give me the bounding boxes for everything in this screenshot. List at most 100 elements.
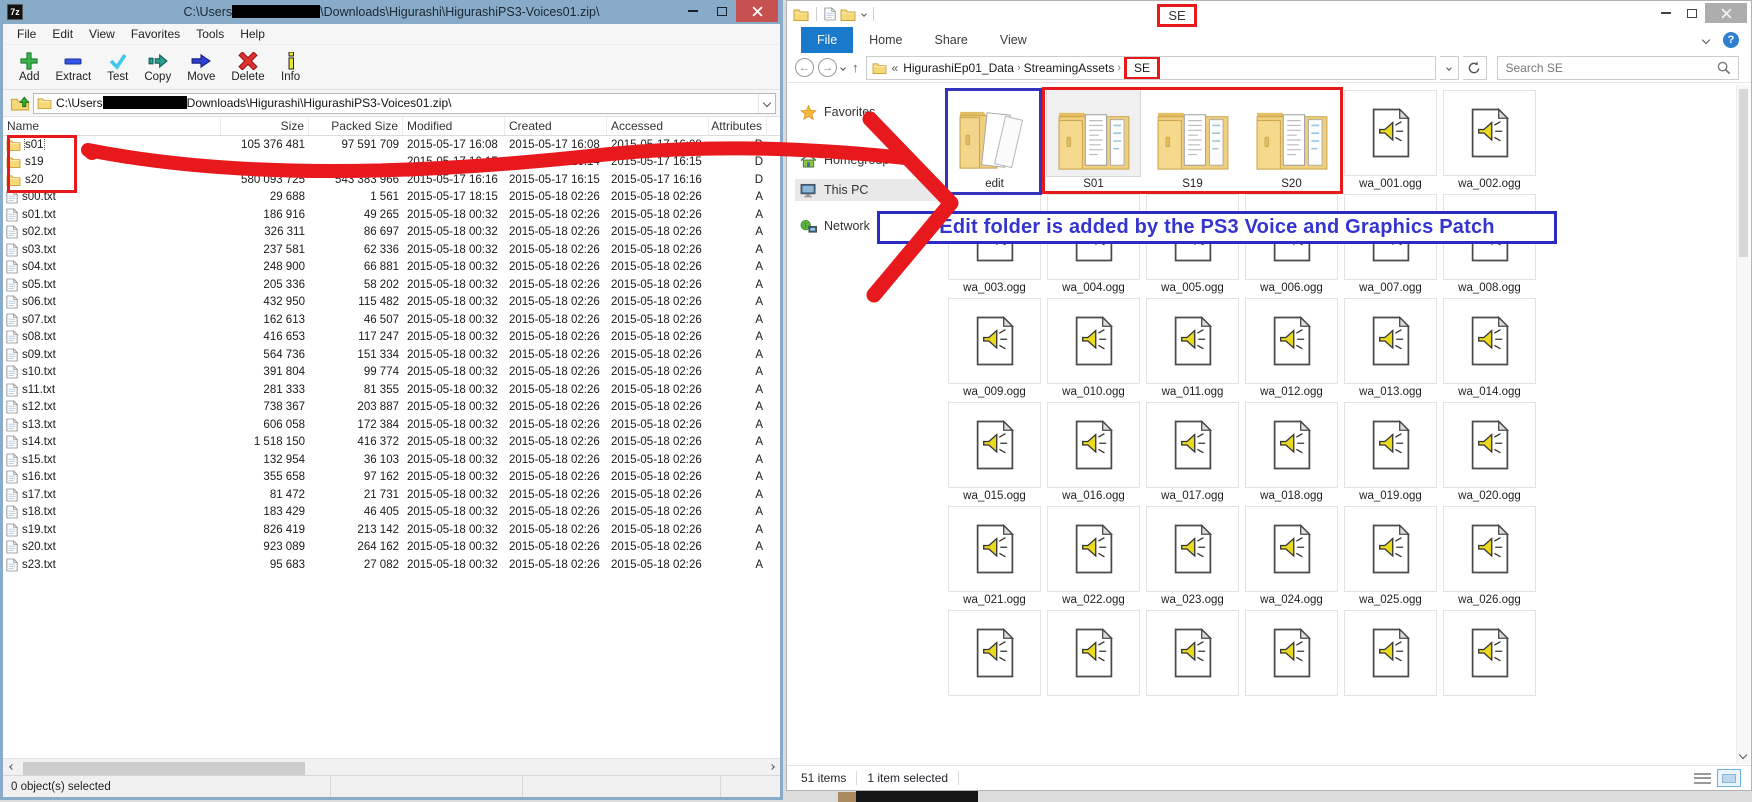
new-folder-icon[interactable] [840, 8, 856, 21]
file-tile[interactable] [1242, 608, 1341, 701]
folder-icon[interactable] [793, 8, 809, 21]
qat-customize-icon[interactable] [861, 11, 867, 17]
file-tile[interactable] [1341, 608, 1440, 701]
file-tile-wa-010-ogg[interactable]: wa_010.ogg [1044, 296, 1143, 400]
scrollbar-thumb[interactable] [23, 762, 305, 775]
search-box[interactable] [1497, 56, 1739, 80]
column-header-created[interactable]: Created [505, 117, 607, 135]
table-row[interactable]: s00.txt29 6881 5612015-05-17 18:152015-0… [3, 189, 780, 207]
expand-ribbon-icon[interactable] [1702, 36, 1710, 44]
minimize-button[interactable] [1653, 3, 1679, 23]
menu-help[interactable]: Help [232, 25, 273, 43]
table-row[interactable]: s05.txt205 33658 2022015-05-18 00:322015… [3, 276, 780, 294]
address-dropdown-button[interactable] [758, 94, 775, 113]
details-view-button[interactable] [1694, 772, 1711, 785]
maximize-button[interactable] [1679, 3, 1705, 23]
move-button[interactable]: Move [179, 51, 223, 84]
table-row[interactable]: s16.txt355 65897 1622015-05-18 00:322015… [3, 469, 780, 487]
table-row[interactable]: s02.txt326 31186 6972015-05-18 00:322015… [3, 224, 780, 242]
sidebar-item-this-pc[interactable]: This PC [795, 179, 939, 201]
table-row[interactable]: s11.txt281 33381 3552015-05-18 00:322015… [3, 381, 780, 399]
table-row[interactable]: s20.txt923 089264 1622015-05-18 00:32201… [3, 539, 780, 557]
folder-tile-s01[interactable]: S01 [1044, 88, 1143, 192]
file-tile-wa-016-ogg[interactable]: wa_016.ogg [1044, 400, 1143, 504]
table-row[interactable]: s19.txt826 419213 1422015-05-18 00:32201… [3, 521, 780, 539]
help-icon[interactable]: ? [1723, 32, 1739, 48]
table-row[interactable]: s03.txt237 58162 3362015-05-18 00:322015… [3, 241, 780, 259]
file-tile-wa-005-ogg[interactable]: wa_005.ogg [1143, 192, 1242, 296]
file-tile-wa-019-ogg[interactable]: wa_019.ogg [1341, 400, 1440, 504]
table-row[interactable]: s09.txt564 736151 3342015-05-18 00:32201… [3, 346, 780, 364]
sidebar-item-homegroup[interactable]: Homegroup [795, 149, 894, 171]
properties-icon[interactable] [824, 7, 836, 21]
file-tile-wa-008-ogg[interactable]: wa_008.ogg [1440, 192, 1539, 296]
menu-tools[interactable]: Tools [188, 25, 232, 43]
large-icons-view-button[interactable] [1717, 769, 1741, 787]
folder-tile-edit[interactable]: edit [945, 88, 1044, 192]
table-row[interactable]: s10.txt391 80499 7742015-05-18 00:322015… [3, 364, 780, 382]
copy-button[interactable]: Copy [136, 51, 179, 84]
file-tile[interactable] [1044, 608, 1143, 701]
explorer-titlebar[interactable]: SE [787, 1, 1751, 27]
column-header-name[interactable]: Name [3, 117, 221, 135]
file-tile-wa-021-ogg[interactable]: wa_021.ogg [945, 504, 1044, 608]
breadcrumb-item-higurashiep01-data[interactable]: HigurashiEp01_Data [903, 61, 1014, 75]
scroll-right-arrow[interactable] [763, 765, 780, 769]
file-tile-wa-020-ogg[interactable]: wa_020.ogg [1440, 400, 1539, 504]
column-header-size[interactable]: Size [221, 117, 309, 135]
breadcrumb-item-se[interactable]: SE [1124, 56, 1160, 80]
table-row[interactable]: s20580 093 725543 383 9662015-05-17 16:1… [3, 171, 780, 189]
file-tile-wa-026-ogg[interactable]: wa_026.ogg [1440, 504, 1539, 608]
menu-view[interactable]: View [81, 25, 123, 43]
sidebar-item-network[interactable]: Network [795, 215, 875, 237]
table-row[interactable]: s23.txt95 68327 0822015-05-18 00:322015-… [3, 556, 780, 574]
tab-share[interactable]: Share [919, 27, 984, 53]
column-header-accessed[interactable]: Accessed [607, 117, 709, 135]
table-row[interactable]: s14.txt1 518 150416 3722015-05-18 00:322… [3, 434, 780, 452]
scroll-left-arrow[interactable] [3, 765, 20, 769]
file-tile-wa-007-ogg[interactable]: wa_007.ogg [1341, 192, 1440, 296]
table-row[interactable]: s01105 376 48197 591 7092015-05-17 16:08… [3, 136, 780, 154]
table-row[interactable]: s01.txt186 91649 2652015-05-18 00:322015… [3, 206, 780, 224]
address-dropdown-button[interactable] [1440, 56, 1459, 80]
table-row[interactable]: s192015-05-17 16:152015-05-17 16:142015-… [3, 154, 780, 172]
file-tile-wa-012-ogg[interactable]: wa_012.ogg [1242, 296, 1341, 400]
tab-view[interactable]: View [984, 27, 1043, 53]
table-row[interactable]: s17.txt81 47221 7312015-05-18 00:322015-… [3, 486, 780, 504]
test-button[interactable]: Test [99, 51, 136, 84]
file-tile-wa-011-ogg[interactable]: wa_011.ogg [1143, 296, 1242, 400]
folder-tile-s20[interactable]: S20 [1242, 88, 1341, 192]
refresh-button[interactable] [1463, 56, 1487, 80]
add-button[interactable]: Add [11, 51, 47, 84]
search-input[interactable] [1506, 61, 1730, 75]
close-button[interactable] [1705, 3, 1747, 23]
extract-button[interactable]: Extract [47, 51, 99, 84]
table-row[interactable]: s06.txt432 950115 4822015-05-18 00:32201… [3, 294, 780, 312]
delete-button[interactable]: Delete [223, 51, 272, 84]
up-button[interactable]: ↑ [849, 60, 862, 75]
file-tile-wa-014-ogg[interactable]: wa_014.ogg [1440, 296, 1539, 400]
column-header-modified[interactable]: Modified [403, 117, 505, 135]
recent-locations-icon[interactable] [840, 65, 846, 71]
file-tile-wa-024-ogg[interactable]: wa_024.ogg [1242, 504, 1341, 608]
forward-button[interactable]: → [818, 58, 837, 77]
column-header-attributes[interactable]: Attributes [709, 117, 767, 135]
file-tile[interactable] [1143, 608, 1242, 701]
file-tile-wa-006-ogg[interactable]: wa_006.ogg [1242, 192, 1341, 296]
file-tile-wa-015-ogg[interactable]: wa_015.ogg [945, 400, 1044, 504]
file-tile-wa-018-ogg[interactable]: wa_018.ogg [1242, 400, 1341, 504]
info-button[interactable]: Info [273, 51, 309, 84]
folder-tile-s19[interactable]: S19 [1143, 88, 1242, 192]
vertical-scrollbar[interactable] [1736, 85, 1750, 764]
menu-edit[interactable]: Edit [44, 25, 81, 43]
file-tile-wa-003-ogg[interactable]: wa_003.ogg [945, 192, 1044, 296]
table-row[interactable]: s15.txt132 95436 1032015-05-18 00:322015… [3, 451, 780, 469]
menu-favorites[interactable]: Favorites [123, 25, 188, 43]
tab-file[interactable]: File [801, 27, 853, 53]
scroll-down-arrow[interactable] [1739, 751, 1747, 759]
file-tile-wa-002-ogg[interactable]: wa_002.ogg [1440, 88, 1539, 192]
table-row[interactable]: s07.txt162 61346 5072015-05-18 00:322015… [3, 311, 780, 329]
file-tile-wa-004-ogg[interactable]: wa_004.ogg [1044, 192, 1143, 296]
breadcrumb-item-streamingassets[interactable]: StreamingAssets [1024, 61, 1115, 75]
file-tile-wa-013-ogg[interactable]: wa_013.ogg [1341, 296, 1440, 400]
